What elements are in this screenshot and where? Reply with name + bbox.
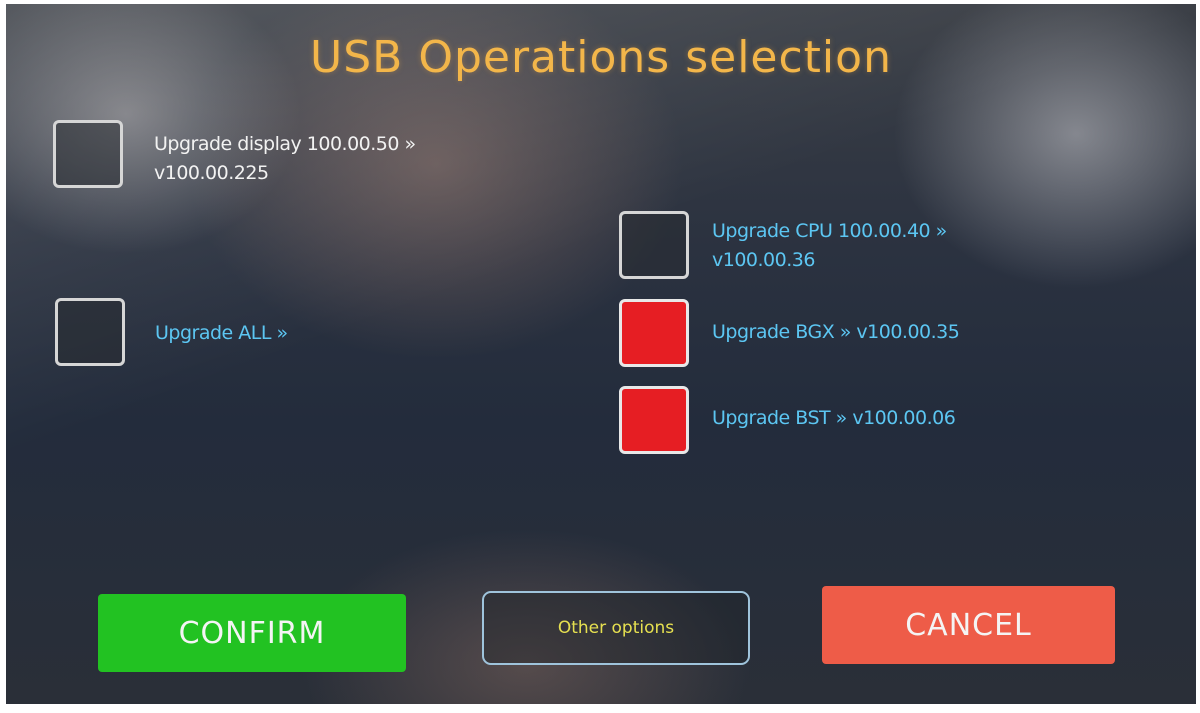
upgrade-cpu-label: Upgrade CPU 100.00.40 » v100.00.36 xyxy=(712,217,947,275)
upgrade-bgx-checkbox[interactable] xyxy=(619,299,689,367)
screen-title: USB Operations selection xyxy=(310,32,892,83)
upgrade-bst-label: Upgrade BST » v100.00.06 xyxy=(712,407,956,429)
upgrade-all-label: Upgrade ALL » xyxy=(155,322,288,344)
upgrade-bst-checkbox[interactable] xyxy=(619,386,689,454)
upgrade-bgx-label: Upgrade BGX » v100.00.35 xyxy=(712,321,960,343)
upgrade-cpu-checkbox[interactable] xyxy=(619,211,689,279)
upgrade-all-checkbox[interactable] xyxy=(55,298,125,366)
upgrade-display-label: Upgrade display 100.00.50 » v100.00.225 xyxy=(154,130,416,188)
upgrade-cpu-label-line2: v100.00.36 xyxy=(712,249,815,271)
upgrade-display-label-line2: v100.00.225 xyxy=(154,162,269,184)
upgrade-display-checkbox[interactable] xyxy=(53,120,123,188)
cancel-button[interactable]: CANCEL xyxy=(822,586,1115,664)
upgrade-cpu-label-line1: Upgrade CPU 100.00.40 » xyxy=(712,220,947,242)
other-options-button[interactable]: Other options xyxy=(482,591,750,665)
usb-operations-screen: USB Operations selection Upgrade display… xyxy=(6,4,1196,704)
confirm-button[interactable]: CONFIRM xyxy=(98,594,406,672)
upgrade-display-label-line1: Upgrade display 100.00.50 » xyxy=(154,133,416,155)
